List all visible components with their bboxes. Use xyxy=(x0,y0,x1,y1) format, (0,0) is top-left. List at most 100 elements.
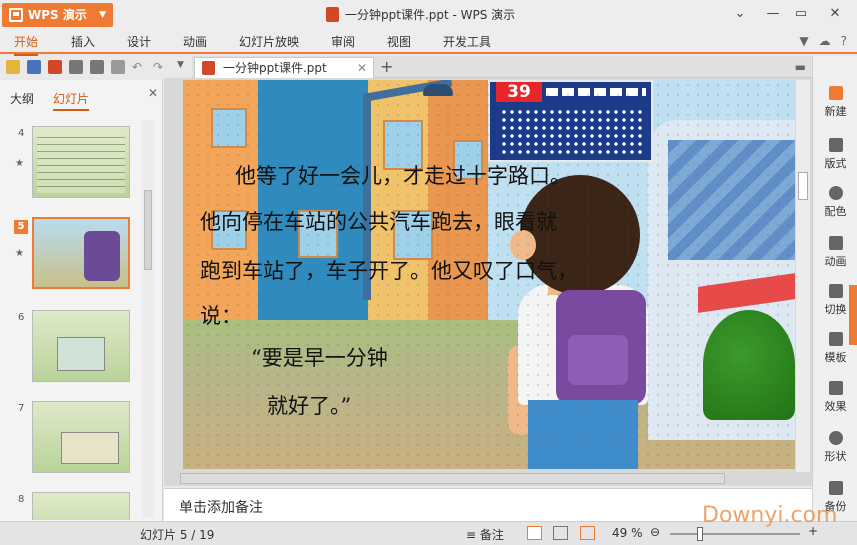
menu-animation[interactable]: 动画 xyxy=(183,33,207,50)
document-tab-bar: 一分钟ppt课件.ppt ✕ + ▬ xyxy=(192,56,812,78)
sidebar-shapes[interactable]: 形状 xyxy=(813,431,857,464)
transition-icon xyxy=(828,284,843,298)
scrollbar-thumb[interactable] xyxy=(144,190,152,270)
animation-star-icon: ★ xyxy=(15,248,24,259)
watermark: Downyi.com xyxy=(702,503,838,528)
slide-thumbnail-5[interactable] xyxy=(32,217,130,289)
zoom-out-button[interactable]: ⊖ xyxy=(650,525,660,539)
slide-text-line: 他等了好一会儿，才走过十字路口。 xyxy=(235,164,571,188)
thumbnail-number: 8 xyxy=(18,494,25,505)
slide-thumbnail-8[interactable] xyxy=(32,492,130,520)
menu-slideshow[interactable]: 幻灯片放映 xyxy=(239,33,299,50)
effects-icon xyxy=(828,381,843,395)
canvas-vertical-scrollbar[interactable] xyxy=(796,80,810,472)
slide-text-line: 跑到车站了，车子开了。他又叹了口气， xyxy=(200,259,578,283)
thumbnail-number: 4 xyxy=(18,128,25,139)
slide-text-box[interactable]: 他等了好一会儿，才走过十字路口。 他向停在车站的公共汽车跑去，眼看就 跑到车站了… xyxy=(183,80,795,469)
template-icon xyxy=(828,332,843,346)
print-preview-icon[interactable] xyxy=(90,60,104,74)
tab-close-icon[interactable]: ✕ xyxy=(357,58,367,78)
zoom-slider-knob[interactable] xyxy=(697,527,703,541)
normal-view-button[interactable] xyxy=(527,526,542,540)
menu-design[interactable]: 设计 xyxy=(127,33,151,50)
shirt-icon[interactable]: ▼ xyxy=(799,34,808,48)
app-menu-button[interactable]: WPS 演示 ▼ xyxy=(2,3,113,27)
help-button[interactable]: ? xyxy=(841,34,847,48)
sidebar-new[interactable]: 新建 xyxy=(813,86,857,119)
sidebar-layout[interactable]: 版式 xyxy=(813,138,857,171)
window-title-text: 一分钟ppt课件.ppt - WPS 演示 xyxy=(345,8,516,22)
sidebar-label: 形状 xyxy=(824,450,847,463)
zoom-slider[interactable] xyxy=(670,533,800,535)
sidebar-effects[interactable]: 效果 xyxy=(813,381,857,414)
undo-icon[interactable]: ↶ xyxy=(132,60,146,74)
redo-icon[interactable]: ↷ xyxy=(153,60,167,74)
open-folder-icon[interactable] xyxy=(6,60,20,74)
menu-developer[interactable]: 开发工具 xyxy=(443,33,491,50)
cloud-icon[interactable]: ☁ xyxy=(819,34,831,48)
document-tab[interactable]: 一分钟ppt课件.ppt ✕ xyxy=(194,57,374,78)
sidebar-label: 配色 xyxy=(824,205,847,218)
canvas-horizontal-scrollbar[interactable] xyxy=(170,472,792,486)
menu-right-icons: ▼ ☁ ? xyxy=(799,34,847,48)
sidebar-label: 新建 xyxy=(824,105,847,118)
save-icon[interactable] xyxy=(27,60,41,74)
tab-outline[interactable]: 大纲 xyxy=(10,90,34,107)
chevron-down-icon[interactable]: ▼ xyxy=(177,60,191,74)
menu-view[interactable]: 视图 xyxy=(387,33,411,50)
notes-toggle-label: 备注 xyxy=(479,528,504,542)
minimize-button[interactable]: — xyxy=(762,4,784,24)
dropdown-button[interactable]: ⌄ xyxy=(729,4,751,24)
sidebar-color[interactable]: 配色 xyxy=(813,186,857,219)
ribbon-menu: 开始 插入 设计 动画 幻灯片放映 审阅 视图 开发工具 ▼ ☁ ? xyxy=(0,30,857,56)
ppt-file-icon xyxy=(202,61,215,75)
thumbnail-scrollbar[interactable] xyxy=(142,120,154,518)
document-tab-label: 一分钟ppt课件.ppt xyxy=(223,61,327,75)
format-painter-icon[interactable] xyxy=(111,60,125,74)
slide-thumbnail-7[interactable] xyxy=(32,401,130,473)
thumbnail-content xyxy=(61,432,119,464)
slide-5[interactable]: 39 他等了好一会儿，才走过十字路口。 他向停在车站的公共汽车跑去，眼看就 跑到… xyxy=(183,80,795,469)
sidebar-animation[interactable]: 动画 xyxy=(813,236,857,269)
sidebar-label: 模板 xyxy=(824,351,847,364)
scrollbar-thumb[interactable] xyxy=(180,473,725,484)
pdf-icon[interactable] xyxy=(48,60,62,74)
notes-toggle-button[interactable]: ≡ 备注 xyxy=(466,526,504,543)
new-tab-button[interactable]: + xyxy=(380,56,393,78)
menu-review[interactable]: 审阅 xyxy=(331,33,355,50)
slide-thumbnail-4[interactable] xyxy=(32,126,130,198)
print-icon[interactable] xyxy=(69,60,83,74)
thumbnail-list: 4 ★ 5 ★ 6 7 8 xyxy=(0,120,140,520)
sidebar-label: 效果 xyxy=(824,400,847,413)
panel-close-icon[interactable]: ✕ xyxy=(148,86,158,100)
sidebar-label: 动画 xyxy=(824,255,847,268)
thumbnail-number: 6 xyxy=(18,312,25,323)
tab-slides[interactable]: 幻灯片 xyxy=(53,90,90,111)
wps-logo-icon xyxy=(9,8,23,22)
window-title: 一分钟ppt课件.ppt - WPS 演示 xyxy=(326,6,515,23)
app-menu-label: WPS 演示 xyxy=(28,8,87,22)
quick-access-toolbar: ↶ ↷ ▼ xyxy=(0,56,192,78)
sidebar-label: 版式 xyxy=(824,157,847,170)
slide-text-line: 说： xyxy=(200,304,242,328)
sidebar-label: 切换 xyxy=(824,303,847,316)
menu-insert[interactable]: 插入 xyxy=(71,33,95,50)
close-button[interactable]: ✕ xyxy=(824,4,846,24)
slide-sorter-button[interactable] xyxy=(553,526,568,540)
backup-icon xyxy=(828,481,843,495)
restore-button[interactable]: ▭ xyxy=(790,4,812,24)
menu-home[interactable]: 开始 xyxy=(14,33,39,56)
new-slide-icon xyxy=(828,86,843,100)
caret-down-icon: ▼ xyxy=(99,10,106,20)
zoom-level[interactable]: 49 % xyxy=(612,526,643,540)
tab-minimize-icon[interactable]: ▬ xyxy=(795,56,806,78)
slide-text-line: 就好了。” xyxy=(267,394,352,418)
slide-thumbnail-6[interactable] xyxy=(32,310,130,382)
ppt-file-icon xyxy=(326,7,339,22)
thumbnail-number: 5 xyxy=(14,220,28,234)
scrollbar-thumb[interactable] xyxy=(798,172,808,200)
sidebar-collapse-handle[interactable] xyxy=(849,285,857,345)
slide-text-line: “要是早一分钟 xyxy=(251,346,388,370)
shapes-icon xyxy=(828,431,843,445)
slideshow-button[interactable] xyxy=(580,526,595,540)
